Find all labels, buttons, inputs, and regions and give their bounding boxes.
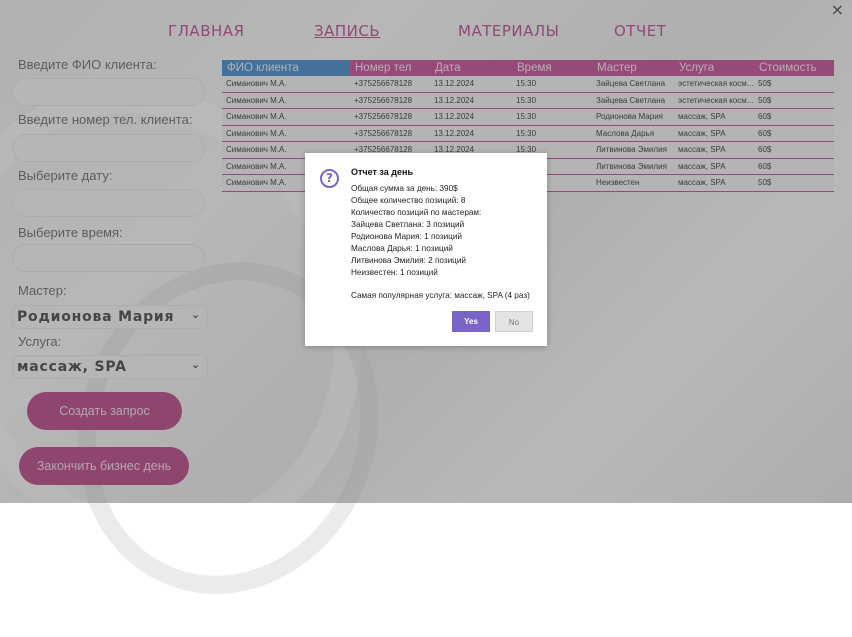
dialog-popular-service: Самая популярная услуга: массаж, SPA (4 …: [351, 291, 530, 300]
daily-report-dialog: ? Отчет за день Общая сумма за день: 390…: [305, 153, 547, 346]
dialog-line: Маслова Дарья: 1 позиций: [351, 244, 453, 253]
dialog-line: Общая сумма за день: 390$: [351, 184, 458, 193]
yes-button[interactable]: Yes: [452, 311, 490, 332]
dialog-title: Отчет за день: [351, 167, 413, 177]
dialog-line: Количество позиций по мастерам:: [351, 208, 482, 217]
dialog-line: Неизвестен: 1 позиций: [351, 268, 438, 277]
question-icon: ?: [320, 169, 339, 188]
dialog-line: Общее количество позиций: 8: [351, 196, 466, 205]
no-button[interactable]: No: [495, 311, 533, 332]
dialog-line: Зайцева Светлана: 3 позиций: [351, 220, 465, 229]
dialog-line: Литвинова Эмилия: 2 позиций: [351, 256, 466, 265]
dialog-line: Родионова Мария: 1 позиций: [351, 232, 463, 241]
